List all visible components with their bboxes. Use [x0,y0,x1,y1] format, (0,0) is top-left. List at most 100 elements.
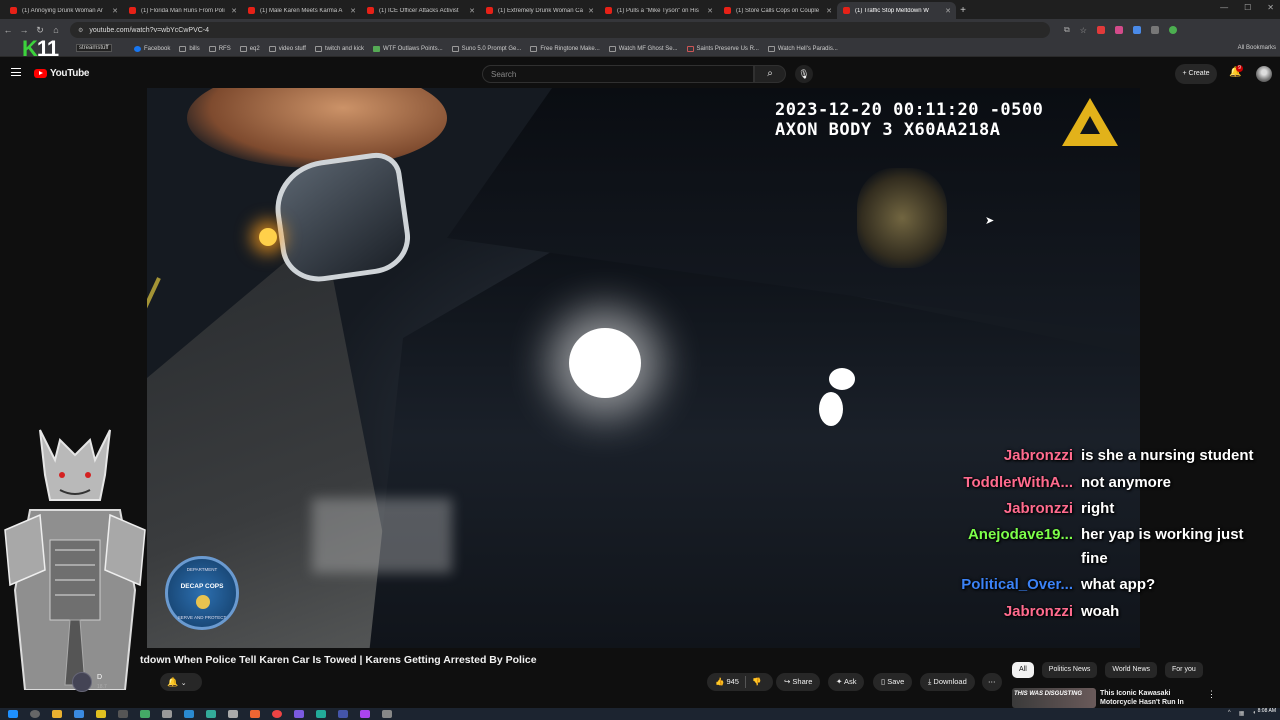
browser-tab[interactable]: (1) ICE Officer Attacks Activist ✕ [361,2,480,19]
app-icon[interactable] [206,710,216,718]
app-icon[interactable] [96,710,106,718]
tray-chevron-icon[interactable]: ^ [1228,710,1231,717]
url-field[interactable]: ⚙ youtube.com/watch?v=wbYcCwPVC-4 [70,22,1050,38]
voice-search-icon[interactable]: 🎙 [795,65,813,83]
camera-id-line: AXON BODY 3 X60AA218A [775,120,1001,140]
app-icon[interactable] [184,710,194,718]
search-button[interactable]: ⌕ [754,65,786,83]
search-icon[interactable] [30,710,40,718]
extension-icon[interactable] [1114,26,1123,34]
site-info-icon[interactable]: ⚙ [78,27,83,34]
bookmark-item[interactable]: WTF Outlaws Points... [372,45,443,52]
network-icon[interactable]: ▦ [1239,710,1245,717]
channel-avatar[interactable] [72,672,92,692]
all-bookmarks-button[interactable]: All Bookmarks [1238,45,1276,51]
ask-button[interactable]: ✦ Ask [828,673,865,691]
youtube-logo[interactable]: YouTube [34,68,90,79]
chat-text: right [1081,500,1115,517]
taskbar-clock[interactable]: 8:08 AM [1258,709,1276,714]
forward-icon[interactable]: → [16,25,32,35]
volume-icon[interactable]: ◖ [1252,710,1256,717]
reload-icon[interactable]: ↻ [32,25,48,36]
recommended-video-thumbnail[interactable]: THIS WAS DISGUSTING [1012,688,1096,708]
windows-start-icon[interactable] [8,710,18,718]
app-icon[interactable] [360,710,370,718]
bookmark-item[interactable]: Saints Preserve Us R... [686,45,759,52]
side-mirror [269,149,415,287]
filter-chip-all[interactable]: All [1012,662,1034,678]
filter-chip-politics-news[interactable]: Politics News [1041,662,1098,678]
more-actions-button[interactable]: ⋯ [982,673,1002,691]
recommended-video-title[interactable]: This Iconic Kawasaki Motorcycle Hasn't R… [1100,689,1200,707]
app-icon[interactable] [74,710,84,718]
bookmark-star-icon[interactable]: ☆ [1080,26,1087,35]
stream-folder-chip[interactable]: streamstuff [76,44,112,52]
close-tab-icon[interactable]: ✕ [469,7,475,15]
bookmark-item[interactable]: Suno 5.0 Prompt Ge... [451,45,521,52]
bookmark-label: eq2 [249,45,260,52]
more-vertical-icon[interactable]: ⋮ [1207,689,1216,700]
like-button[interactable]: 👍 945 [715,677,739,686]
new-tab-icon[interactable]: + [956,2,970,19]
filter-chip-for-you[interactable]: For you [1165,662,1203,678]
close-tab-icon[interactable]: ✕ [707,7,713,15]
subscription-bell-button[interactable]: 🔔 ⌄ [160,673,202,691]
app-icon[interactable] [338,710,348,718]
app-icon[interactable] [382,710,392,718]
browser-tab[interactable]: (1) Annoying Drunk Woman Ar ✕ [4,2,123,19]
channel-name[interactable]: D [97,674,102,681]
bookmark-item[interactable]: Facebook [134,45,170,52]
back-icon[interactable]: ← [0,25,16,35]
bookmark-item[interactable]: video stuff [268,45,306,52]
bookmark-item[interactable]: eq2 [239,45,260,52]
maximize-icon[interactable]: ☐ [1244,3,1251,12]
settings-icon[interactable] [118,710,128,718]
app-icon[interactable] [294,710,304,718]
app-icon[interactable] [250,710,260,718]
save-button[interactable]: ▯ Save [873,673,913,691]
browser-tab[interactable]: (1) Extremely Drunk Woman Ca ✕ [480,2,599,19]
close-tab-icon[interactable]: ✕ [826,7,832,15]
download-button[interactable]: ⤓ Download [920,673,975,691]
extensions-puzzle-icon[interactable] [1150,26,1159,34]
dislike-button[interactable]: 👎 [752,677,761,686]
bookmark-item[interactable]: RFS [208,45,231,52]
close-window-icon[interactable]: ✕ [1267,3,1274,12]
app-icon[interactable] [228,710,238,718]
bookmark-item[interactable]: Watch MF Ghost Se... [608,45,678,52]
profile-icon[interactable] [1168,26,1177,34]
bookmark-item[interactable]: Watch Hell's Paradis... [767,45,838,52]
account-avatar[interactable] [1256,66,1272,82]
close-tab-icon[interactable]: ✕ [231,7,237,15]
file-explorer-icon[interactable] [52,710,62,718]
close-tab-icon[interactable]: ✕ [945,7,951,15]
driver-silhouette [857,168,947,268]
search-input[interactable]: Search [482,65,754,83]
browser-tab[interactable]: (1) Male Karen Meets Karma A ✕ [242,2,361,19]
bookmark-item[interactable]: twitch and kick [314,45,364,52]
browser-tab[interactable]: (1) Pulls a "Mike Tyson" on His ✕ [599,2,718,19]
bookmark-icon: ▯ [881,677,886,686]
extension-icon[interactable] [1096,26,1105,34]
share-button[interactable]: ↪ Share [776,673,821,691]
bookmark-item[interactable]: bills [179,45,200,52]
extension-icon[interactable] [1132,26,1141,34]
browser-tab[interactable]: (1) Store Calls Cops on Couple ✕ [718,2,837,19]
home-icon[interactable]: ⌂ [48,25,64,35]
minimize-icon[interactable]: — [1220,3,1228,12]
chrome-icon[interactable] [272,710,282,718]
chat-message: Jabronzzi woah [956,599,1266,624]
app-icon[interactable] [316,710,326,718]
app-icon[interactable] [162,710,172,718]
close-tab-icon[interactable]: ✕ [350,7,356,15]
create-button[interactable]: + Create [1175,64,1217,84]
browser-tab-active[interactable]: (1) Traffic Stop Meltdown W ✕ [837,2,956,19]
close-tab-icon[interactable]: ✕ [588,7,594,15]
filter-chip-world-news[interactable]: World News [1105,662,1158,678]
bookmark-item[interactable]: Free Ringtone Make... [530,45,600,52]
app-icon[interactable] [140,710,150,718]
browser-tab[interactable]: (1) Florida Man Runs From Poli ✕ [123,2,242,19]
close-tab-icon[interactable]: ✕ [112,7,118,15]
install-icon[interactable]: ⧉ [1064,25,1070,35]
menu-icon[interactable] [11,68,21,76]
